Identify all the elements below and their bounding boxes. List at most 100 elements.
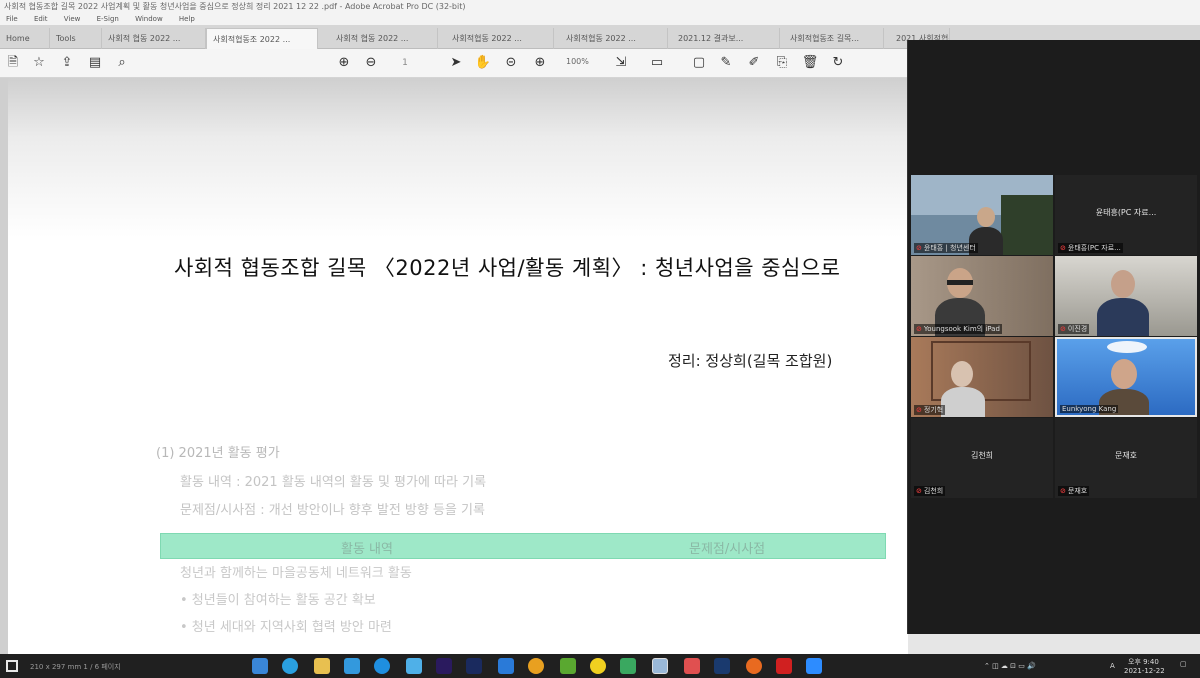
tab-doc-1[interactable]: 사회적 협동 2022 ... <box>102 28 206 49</box>
participant-name: ⊘ 정기혁 <box>914 405 946 415</box>
table-header-activity: 활동 내역 <box>341 542 393 557</box>
participant-tile[interactable]: 문재호 ⊘ 문재호 <box>1055 418 1197 498</box>
mic-muted-icon: ⊘ <box>916 325 922 333</box>
participant-tile-active-speaker[interactable]: Eunkyong Kang <box>1055 337 1197 417</box>
tab-doc-active[interactable]: 사회적협동조 2022 ... <box>206 28 318 49</box>
participant-name: ⊘ 이진경 <box>1058 324 1090 334</box>
notification-icon[interactable]: ▢ <box>1180 660 1187 668</box>
taskview-icon[interactable] <box>252 658 268 674</box>
mic-muted-icon: ⊘ <box>1060 325 1066 333</box>
zoom-out-icon[interactable]: ⊝ <box>502 54 520 72</box>
tab-doc-3[interactable]: 사회적 협동 2022 ... <box>330 28 438 49</box>
windows-taskbar: 210 x 297 mm 1 / 6 페이지 ⌃ ◫ ☁ ⊡ ▭ 🔊 A 오후 … <box>0 654 1200 678</box>
participant-name: ⊘ 김천희 <box>914 486 946 496</box>
excel-icon[interactable] <box>620 658 636 674</box>
print-icon[interactable]: ▤ <box>86 54 104 72</box>
menu-file[interactable]: File <box>6 15 18 23</box>
chrome-icon[interactable] <box>528 658 544 674</box>
tab-doc-7[interactable]: 사회적협동조 길목... <box>784 28 884 49</box>
edge-icon[interactable] <box>374 658 390 674</box>
document-author: 정리: 정상희(길목 조합원) <box>668 352 833 370</box>
tab-doc-6[interactable]: 2021.12 결과보... <box>672 28 780 49</box>
tray-icons[interactable]: ⌃ ◫ ☁ ⊡ ▭ 🔊 <box>984 662 1036 670</box>
mic-muted-icon: ⊘ <box>1060 244 1066 252</box>
participant-tile[interactable]: ⊘ 윤태흥 | 청년센터 <box>911 175 1053 255</box>
window-title-bar: 사회적 협동조합 길목 2022 사업계획 및 활동 청년사업을 중심으로 정상… <box>0 0 1200 13</box>
page-up-icon[interactable]: ⊕ <box>335 54 353 72</box>
lightroom-icon[interactable] <box>466 658 482 674</box>
participant-tile[interactable]: 김천희 ⊘ 김천희 <box>911 418 1053 498</box>
section-line-2: 문제점/시사점 : 개선 방안이나 향후 발전 방향 등을 기록 <box>180 503 485 518</box>
tab-home[interactable]: Home <box>0 28 50 49</box>
photoshop-icon[interactable] <box>714 658 730 674</box>
tab-doc-4[interactable]: 사회적협동 2022 ... <box>446 28 554 49</box>
firefox-icon[interactable] <box>746 658 762 674</box>
rotate-icon[interactable]: ↻ <box>829 54 847 72</box>
page-down-icon[interactable]: ⊖ <box>362 54 380 72</box>
scroll-mode-icon[interactable]: ▭ <box>648 54 666 72</box>
section-heading: (1) 2021년 활동 평가 <box>156 446 280 461</box>
vscode-icon[interactable] <box>498 658 514 674</box>
kakaotalk-icon[interactable] <box>590 658 606 674</box>
menu-edit[interactable]: Edit <box>34 15 48 23</box>
bookmark-star-icon[interactable]: ☆ <box>30 54 48 72</box>
tab-doc-5[interactable]: 사회적협동 2022 ... <box>560 28 668 49</box>
page-number[interactable]: 1 <box>396 54 414 72</box>
zoom-gallery-panel: ⊘ 윤태흥 | 청년센터 윤태흥(PC 자료... ⊘ 윤태흥(PC 자료... ⊘… <box>907 40 1200 634</box>
menu-view[interactable]: View <box>64 15 81 23</box>
participant-name: Eunkyong Kang <box>1060 405 1119 413</box>
select-cursor-icon[interactable]: ➤ <box>447 54 465 72</box>
zoom-level[interactable]: 100% <box>566 57 589 66</box>
participant-tile[interactable]: ⊘ 이진경 <box>1055 256 1197 336</box>
highlight-icon[interactable]: ✐ <box>745 54 763 72</box>
participant-label: 김천희 <box>970 451 994 460</box>
menu-window[interactable]: Window <box>135 15 163 23</box>
upload-icon[interactable]: ⇪ <box>58 54 76 72</box>
mic-muted-icon: ⊘ <box>1060 487 1066 495</box>
mic-muted-icon: ⊘ <box>916 244 922 252</box>
table-row: • 청년들이 참여하는 활동 공간 확보 <box>180 593 376 608</box>
start-button-icon[interactable] <box>6 660 18 672</box>
participant-tile[interactable]: ⊘ Youngsook Kim의 iPad <box>911 256 1053 336</box>
app-icon[interactable] <box>684 658 700 674</box>
table-row: • 청년 세대와 지역사회 협력 방안 마련 <box>180 620 392 635</box>
comment-icon[interactable]: ▢ <box>690 54 708 72</box>
tab-tools[interactable]: Tools <box>50 28 102 49</box>
participant-name: ⊘ Youngsook Kim의 iPad <box>914 324 1002 334</box>
participant-name: ⊘ 윤태흥 | 청년센터 <box>914 243 978 253</box>
participant-tile[interactable]: ⊘ 정기혁 <box>911 337 1053 417</box>
participant-name: ⊘ 문재호 <box>1058 486 1090 496</box>
pen-icon[interactable]: ✎ <box>717 54 735 72</box>
telegram-icon[interactable] <box>282 658 298 674</box>
mail-icon[interactable] <box>344 658 360 674</box>
pdf-page: 사회적 협동조합 길목 〈2022년 사업/활동 계획〉 : 청년사업을 중심으… <box>8 78 908 654</box>
hand-tool-icon[interactable]: ✋ <box>474 54 492 72</box>
menu-esign[interactable]: E-Sign <box>97 15 119 23</box>
zoom-in-icon[interactable]: ⊕ <box>531 54 549 72</box>
table-row: 청년과 함께하는 마을공동체 네트워크 활동 <box>180 566 412 581</box>
input-language[interactable]: A <box>1110 662 1115 670</box>
cloud-icon[interactable] <box>406 658 422 674</box>
fit-page-icon[interactable]: ⇲ <box>612 54 630 72</box>
table-header-issues: 문제점/시사점 <box>689 542 766 557</box>
page-size-status: 210 x 297 mm 1 / 6 페이지 <box>30 663 121 671</box>
clock-time[interactable]: 오후 9:40 <box>1128 657 1159 667</box>
menu-bar: File Edit View E-Sign Window Help <box>0 13 1200 25</box>
clock-date[interactable]: 2021-12-22 <box>1124 667 1165 675</box>
window-title: 사회적 협동조합 길목 2022 사업계획 및 활동 청년사업을 중심으로 정상… <box>4 2 466 11</box>
table-header: 활동 내역 문제점/시사점 <box>160 533 886 559</box>
file-explorer-icon[interactable] <box>314 658 330 674</box>
zoom-app-icon[interactable] <box>806 658 822 674</box>
left-nav-gutter[interactable] <box>0 78 8 654</box>
save-icon[interactable]: 🗎 <box>4 54 22 72</box>
stamp-icon[interactable]: ⎘ <box>773 54 791 72</box>
participant-label: 윤태흥(PC 자료... <box>1095 208 1157 217</box>
line-icon[interactable] <box>560 658 576 674</box>
delete-icon[interactable]: 🗑 <box>801 54 819 72</box>
search-icon[interactable]: ⌕ <box>113 54 131 72</box>
acrobat-icon[interactable] <box>776 658 792 674</box>
participant-tile[interactable]: 윤태흥(PC 자료... ⊘ 윤태흥(PC 자료... <box>1055 175 1197 255</box>
acrobat-active-icon[interactable] <box>652 658 668 674</box>
menu-help[interactable]: Help <box>179 15 195 23</box>
premiere-icon[interactable] <box>436 658 452 674</box>
